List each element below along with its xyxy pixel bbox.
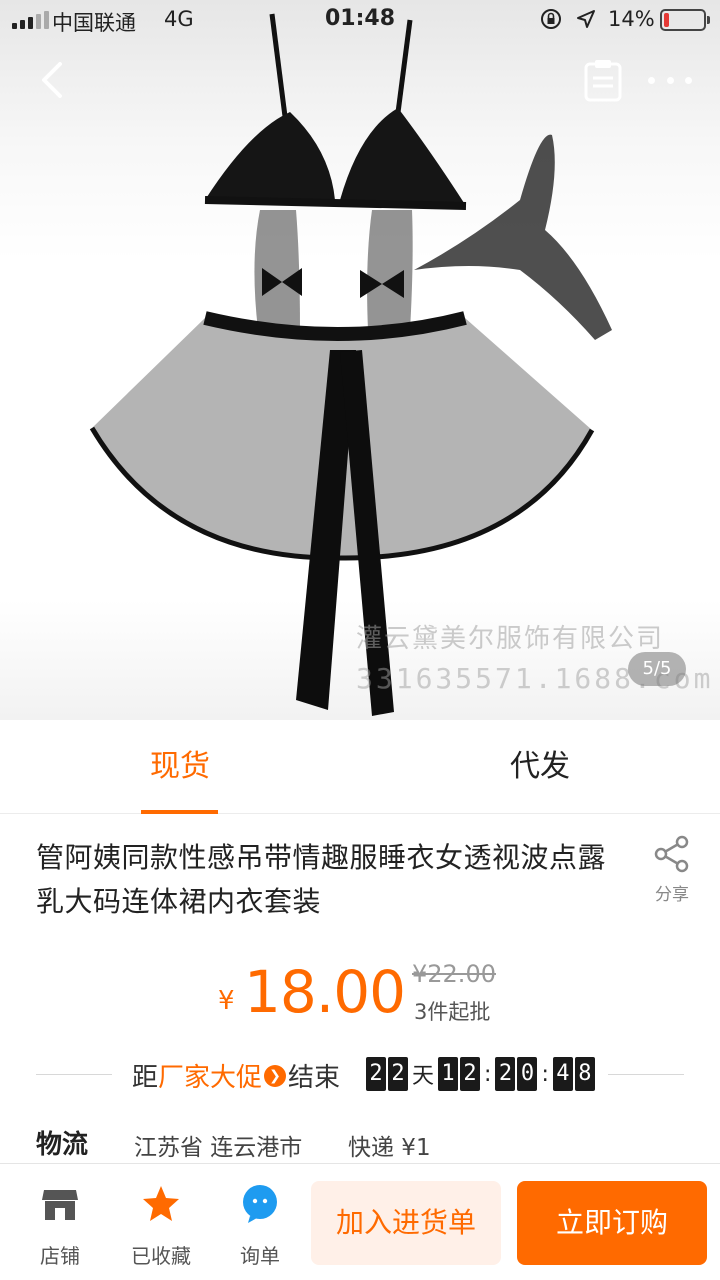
- price-section: ¥ 18.00 ¥22.00 3件起批: [0, 954, 720, 1034]
- countdown-timer: 2 2 天 1 2 : 2 0 : 4 8: [366, 1057, 597, 1091]
- status-bar: 中国联通 4G 01:48 14%: [0, 0, 720, 40]
- countdown-day-unit: 天: [412, 1064, 435, 1089]
- tab-in-stock-label: 现货: [150, 749, 210, 784]
- tab-in-stock[interactable]: 现货: [0, 720, 360, 814]
- share-button[interactable]: 分享: [648, 834, 696, 905]
- store-button[interactable]: 店铺: [20, 1182, 100, 1269]
- divider-left: [36, 1074, 112, 1075]
- ship-from-location: 江苏省 连云港市: [134, 1135, 303, 1161]
- share-label: 分享: [655, 885, 689, 905]
- inquiry-label: 询单: [240, 1244, 280, 1268]
- chat-bubble-icon: [243, 1185, 277, 1223]
- tab-dropship-label: 代发: [510, 749, 570, 784]
- countdown-digit: 1: [438, 1057, 459, 1091]
- original-price: ¥22.00: [412, 960, 496, 988]
- buy-now-button[interactable]: 立即订购: [517, 1181, 707, 1265]
- product-detail-page: 灌云黛美尔服饰有限公司 331635571.1688.com 5/5 中国联通 …: [0, 0, 720, 1280]
- share-icon: [654, 835, 689, 873]
- shipping-method-fee: 快递 ¥1: [348, 1135, 431, 1161]
- bottom-action-bar: 店铺 已收藏 询单 加入进货单 立即订购: [0, 1163, 720, 1280]
- product-image-carousel[interactable]: 灌云黛美尔服饰有限公司 331635571.1688.com 5/5: [0, 0, 720, 720]
- add-to-cart-button[interactable]: 加入进货单: [311, 1181, 501, 1265]
- logistics-label: 物流: [36, 1130, 89, 1160]
- promo-label[interactable]: 距 厂家大促 ❯ 结束: [132, 1057, 340, 1094]
- image-counter: 5/5: [628, 652, 686, 686]
- promo-highlight: 厂家大促: [158, 1063, 263, 1093]
- supply-mode-tabs: 现货 代发: [0, 720, 720, 814]
- product-photo: [89, 13, 612, 716]
- back-chevron-icon[interactable]: [30, 56, 78, 104]
- countdown-digit: 4: [552, 1057, 573, 1091]
- minimum-order: 3件起批: [414, 1000, 491, 1024]
- promo-suffix: 结束: [288, 1063, 341, 1093]
- promo-prefix: 距: [132, 1063, 159, 1093]
- product-title: 管阿姨同款性感吊带情趣服睡衣女透视波点露乳大码连体裙内衣套装: [36, 841, 607, 918]
- more-ellipsis-icon[interactable]: [648, 62, 692, 98]
- countdown-separator: :: [484, 1061, 492, 1087]
- tab-dropship[interactable]: 代发: [360, 720, 720, 814]
- countdown-digit: 2: [495, 1057, 516, 1091]
- battery-level-fill: [664, 13, 669, 27]
- price-currency: ¥: [218, 986, 235, 1016]
- location-arrow-icon: [577, 10, 595, 28]
- divider-right: [608, 1074, 684, 1075]
- store-icon: [42, 1190, 78, 1220]
- countdown-separator: :: [541, 1061, 549, 1087]
- favorite-label: 已收藏: [131, 1244, 191, 1268]
- inquiry-button[interactable]: 询单: [220, 1182, 300, 1269]
- countdown-digit: 2: [366, 1057, 386, 1091]
- countdown-digit: 2: [388, 1057, 408, 1091]
- countdown-digit: 8: [574, 1057, 595, 1091]
- clipboard-list-icon[interactable]: [582, 58, 624, 102]
- favorite-button[interactable]: 已收藏: [121, 1182, 201, 1269]
- price-value: 18.00: [244, 958, 406, 1026]
- active-tab-indicator: [141, 810, 218, 814]
- rotation-lock-icon: [541, 9, 561, 29]
- logistics-row[interactable]: 物流 江苏省 连云港市 快递 ¥1: [0, 1120, 720, 1164]
- battery-percent: 14%: [608, 7, 655, 31]
- countdown-digit: 0: [517, 1057, 538, 1091]
- store-label: 店铺: [40, 1244, 80, 1268]
- image-watermark-company: 灌云黛美尔服饰有限公司: [356, 624, 665, 654]
- chevron-right-icon: ❯: [264, 1064, 287, 1087]
- battery-icon: [660, 9, 710, 31]
- countdown-digit: 2: [460, 1057, 481, 1091]
- promo-countdown: 距 厂家大促 ❯ 结束 2 2 天 1 2 : 2 0 : 4 8: [0, 1055, 720, 1095]
- star-icon: [143, 1186, 179, 1221]
